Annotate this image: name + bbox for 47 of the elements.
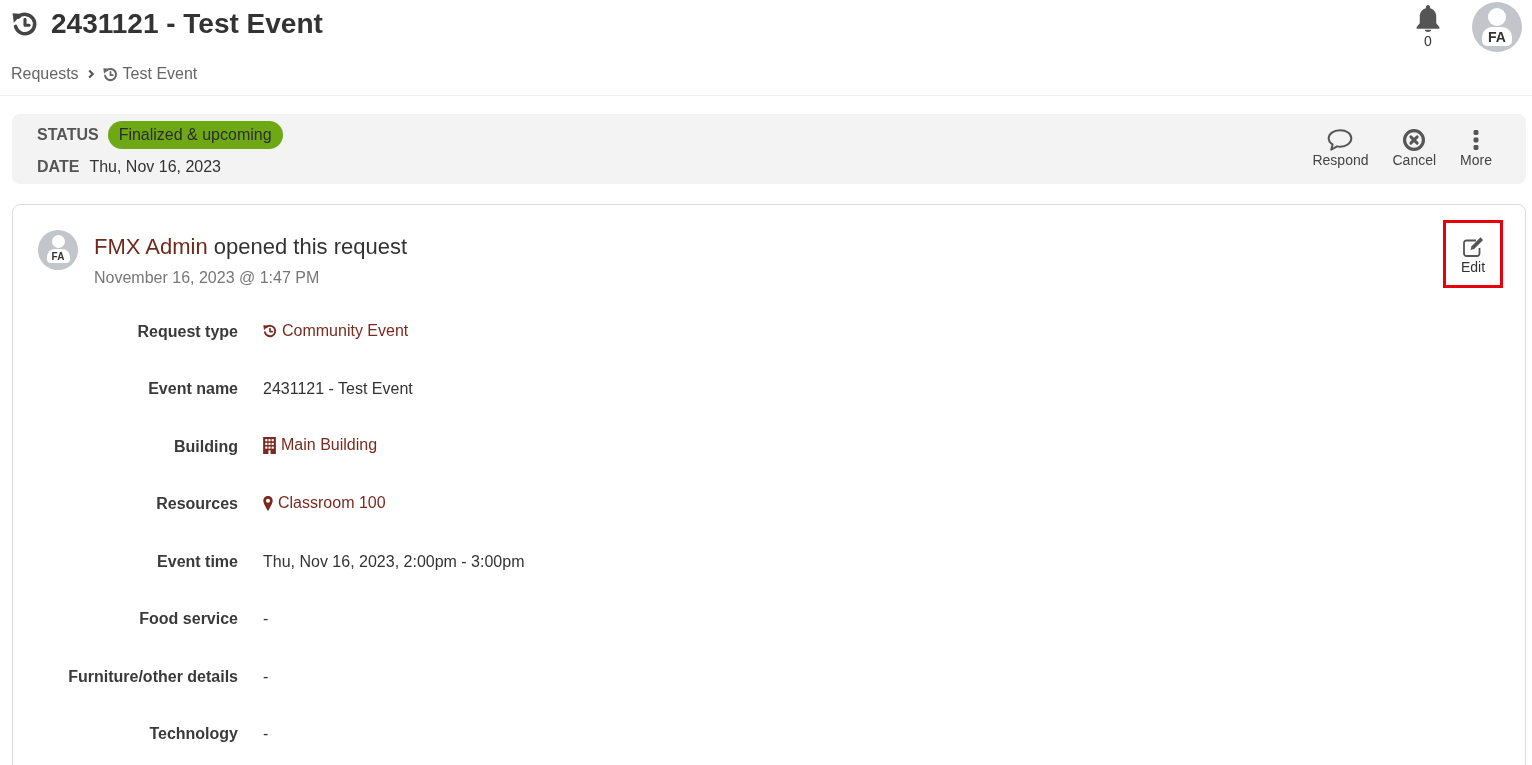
- more-button[interactable]: More: [1452, 129, 1500, 169]
- breadcrumb-link[interactable]: Requests: [11, 64, 79, 84]
- field-label: Request type: [137, 322, 238, 341]
- field-label: Furniture/other details: [68, 667, 238, 686]
- page-title: 2431121 - Test Event: [51, 7, 323, 41]
- status-label: STATUS: [37, 126, 99, 144]
- person-head-icon: [51, 235, 65, 248]
- breadcrumb-current: Test Event: [122, 64, 198, 84]
- building-link[interactable]: Main Building: [263, 436, 378, 454]
- history-icon: [263, 323, 277, 338]
- x-circle-icon: [1401, 129, 1428, 151]
- field-value: -: [263, 610, 269, 629]
- map-pin-icon: [263, 495, 273, 511]
- field-label: Resources: [156, 495, 238, 514]
- field-label: Food service: [139, 610, 238, 629]
- status-badge: Finalized & upcoming: [107, 121, 283, 149]
- history-icon: [12, 11, 38, 37]
- field-value: 2431121 - Test Event: [263, 380, 413, 399]
- field-label: Event time: [157, 552, 238, 571]
- field-value: -: [263, 667, 269, 686]
- avatar-initials: FA: [46, 249, 70, 263]
- resource-link[interactable]: Classroom 100: [263, 494, 386, 512]
- history-icon: [102, 66, 118, 82]
- date-label: DATE: [37, 158, 80, 176]
- field-label: Technology: [149, 725, 238, 744]
- field-label: Building: [174, 437, 238, 456]
- user-avatar[interactable]: FA: [1472, 2, 1522, 52]
- building-icon: [263, 436, 276, 454]
- activity-timestamp: November 16, 2023 @ 1:47 PM: [94, 268, 321, 288]
- notifications-button[interactable]: 0: [1416, 2, 1440, 48]
- activity-title: FMX Admin opened this request: [94, 234, 409, 260]
- field-label: Event name: [148, 380, 238, 399]
- date-value: Thu, Nov 16, 2023: [89, 158, 221, 176]
- edit-icon: [1461, 236, 1485, 257]
- request-type-link[interactable]: Community Event: [263, 321, 409, 340]
- bell-icon: [1416, 5, 1440, 32]
- field-value: Thu, Nov 16, 2023, 2:00pm - 3:00pm: [263, 552, 525, 571]
- avatar-initials: FA: [1482, 27, 1512, 46]
- chevron-right-icon: [87, 69, 94, 79]
- respond-button[interactable]: Respond: [1304, 129, 1377, 169]
- edit-button[interactable]: Edit: [1443, 220, 1503, 288]
- cancel-button[interactable]: Cancel: [1384, 129, 1445, 169]
- more-icon: [1473, 130, 1480, 150]
- person-head-icon: [1488, 8, 1506, 26]
- field-value: -: [263, 725, 269, 744]
- user-link[interactable]: FMX Admin: [94, 234, 208, 259]
- speech-bubble-icon: [1327, 129, 1354, 151]
